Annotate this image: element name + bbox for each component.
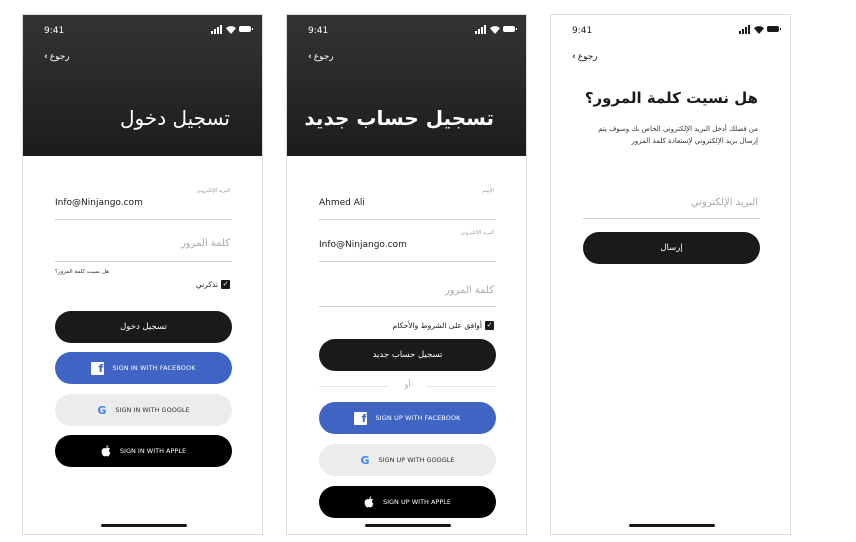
email-underline — [55, 219, 232, 220]
chevron-left-icon: ‹ — [308, 52, 312, 62]
facebook-signup-label: SIGN UP WITH FACEBOOK — [375, 414, 461, 422]
forgot-password-link[interactable]: هل نسيت كلمة المرور؟ — [55, 269, 109, 275]
google-signup-label: SIGN UP WITH GOOGLE — [378, 456, 455, 464]
status-bar: 9:41 — [23, 15, 262, 43]
status-time: 9:41 — [44, 26, 65, 36]
email-underline — [319, 261, 496, 262]
apple-signin-button[interactable]: SIGN IN WITH APPLE — [55, 435, 232, 467]
wifi-icon — [226, 26, 236, 34]
facebook-icon: f — [91, 361, 105, 375]
signal-icon — [211, 25, 223, 34]
google-icon: G — [360, 453, 370, 467]
forgot-description: من فضلك أدخل البريد الإلكتروني الخاص بك … — [598, 125, 758, 145]
back-button[interactable]: ‹ رجوع — [572, 52, 598, 62]
terms-label: أوافق على الشروط والأحكام — [392, 320, 482, 330]
facebook-icon: f — [354, 411, 368, 425]
terms-checkbox[interactable]: ✓ أوافق على الشروط والأحكام — [393, 320, 494, 330]
or-text: أو — [404, 380, 411, 389]
battery-icon — [239, 26, 253, 32]
or-divider: أو — [319, 380, 496, 391]
battery-icon — [503, 26, 517, 32]
back-button[interactable]: ‹ رجوع — [44, 52, 70, 62]
status-bar: 9:41 — [287, 15, 526, 43]
battery-icon — [767, 26, 781, 32]
email-label: البريد الإلكتروني — [460, 230, 494, 236]
home-indicator — [629, 524, 715, 527]
page-title: هل نسيت كلمة المرور؟ — [584, 89, 758, 107]
apple-icon — [364, 496, 374, 508]
facebook-signin-label: SIGN IN WITH FACEBOOK — [112, 364, 196, 372]
back-label: رجوع — [577, 52, 598, 62]
google-signup-button[interactable]: G SIGN UP WITH GOOGLE — [319, 444, 496, 476]
status-time: 9:41 — [308, 26, 329, 36]
name-field[interactable]: Ahmed Ali — [319, 198, 365, 208]
forgot-password-screen: 9:41 ‹ رجوع هل نسيت كلمة المرور؟ من فضلك … — [550, 14, 791, 535]
login-button-label: تسجيل دخول — [120, 322, 167, 332]
login-screen: 9:41 ‹ رجوع تسجيل دخول البريد الإلكتروني … — [22, 14, 263, 535]
email-label: البريد الإلكتروني — [196, 188, 230, 194]
back-button[interactable]: ‹ رجوع — [308, 52, 334, 62]
chevron-left-icon: ‹ — [572, 52, 576, 62]
wifi-icon — [754, 26, 764, 34]
password-underline — [319, 306, 496, 307]
page-title: تسجيل حساب جديد — [304, 106, 494, 130]
password-field[interactable]: كلمة المرور — [181, 238, 230, 249]
apple-icon — [101, 445, 111, 457]
name-underline — [319, 219, 496, 220]
home-indicator — [101, 524, 187, 527]
wifi-icon — [490, 26, 500, 34]
password-underline — [55, 261, 232, 262]
facebook-signin-button[interactable]: f SIGN IN WITH FACEBOOK — [55, 352, 232, 384]
send-button-label: إرسال — [660, 243, 683, 253]
signal-icon — [739, 25, 751, 34]
status-time: 9:41 — [572, 26, 593, 36]
checkmark-icon: ✓ — [485, 320, 494, 330]
name-label: الإسم — [482, 188, 494, 194]
register-button[interactable]: تسجيل حساب جديد — [319, 339, 496, 371]
remember-me-label: تذكرني — [195, 279, 218, 289]
status-bar: 9:41 — [551, 15, 790, 43]
google-icon: G — [97, 403, 107, 417]
apple-signup-label: SIGN UP WITH APPLE — [382, 498, 452, 506]
email-field[interactable]: Info@Ninjango.com — [319, 240, 407, 250]
chevron-left-icon: ‹ — [44, 52, 48, 62]
register-screen: 9:41 ‹ رجوع تسجيل حساب جديد الإسم Ahmed A… — [286, 14, 527, 535]
google-signin-label: SIGN IN WITH GOOGLE — [115, 406, 190, 414]
apple-signin-label: SIGN IN WITH APPLE — [119, 447, 187, 455]
google-signin-button[interactable]: G SIGN IN WITH GOOGLE — [55, 394, 232, 426]
page-title: تسجيل دخول — [120, 106, 230, 130]
back-label: رجوع — [313, 52, 334, 62]
signal-icon — [475, 25, 487, 34]
password-field[interactable]: كلمة المرور — [445, 285, 494, 296]
home-indicator — [365, 524, 451, 527]
email-field[interactable]: البريد الإلكتروني — [691, 197, 758, 208]
apple-signup-button[interactable]: SIGN UP WITH APPLE — [319, 486, 496, 518]
back-label: رجوع — [49, 52, 70, 62]
register-button-label: تسجيل حساب جديد — [372, 350, 443, 360]
email-field[interactable]: Info@Ninjango.com — [55, 198, 143, 208]
email-underline — [583, 218, 760, 219]
send-button[interactable]: إرسال — [583, 232, 760, 264]
facebook-signup-button[interactable]: f SIGN UP WITH FACEBOOK — [319, 402, 496, 434]
login-button[interactable]: تسجيل دخول — [55, 311, 232, 343]
remember-me-checkbox[interactable]: ✓ تذكرني — [196, 279, 230, 289]
checkmark-icon: ✓ — [221, 279, 230, 289]
